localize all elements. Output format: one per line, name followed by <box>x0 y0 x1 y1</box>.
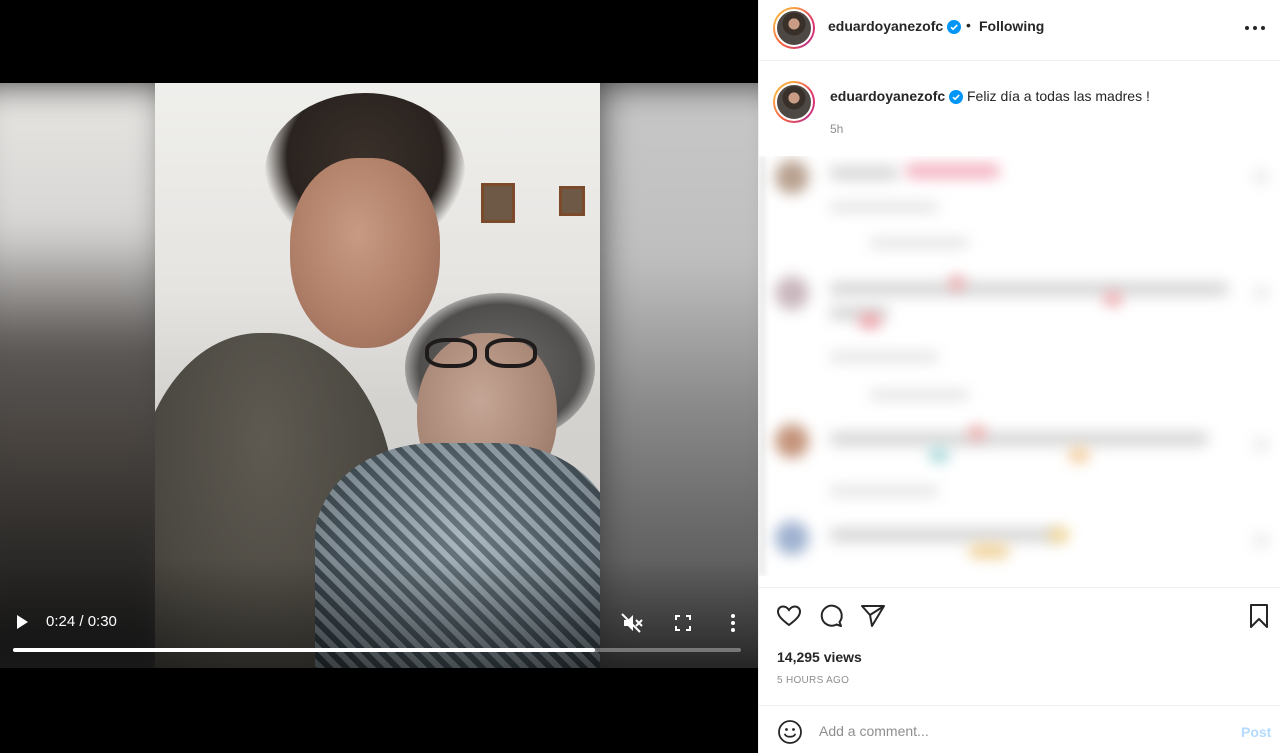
blurred-comment-text <box>859 314 881 328</box>
comment-bubble-icon <box>820 604 843 627</box>
post-panel: eduardoyanezofc • Following eduardoyanez… <box>758 0 1280 753</box>
glasses <box>425 338 545 374</box>
caption-username[interactable]: eduardoyanezofc <box>830 88 945 104</box>
video-time-display: 0:24 / 0:30 <box>46 613 117 630</box>
bookmark-icon <box>1250 604 1268 628</box>
heart-icon <box>776 605 802 627</box>
views-count[interactable]: 14,295 views <box>777 649 862 665</box>
blurred-comment-text <box>1104 292 1122 306</box>
blurred-comment-text <box>829 166 899 180</box>
options-button[interactable] <box>1245 24 1267 32</box>
avatar-image <box>775 9 813 47</box>
more-vertical-icon <box>731 614 735 632</box>
video-more-button[interactable] <box>724 612 742 634</box>
comment-button[interactable] <box>817 602 845 630</box>
blurred-comment-text <box>829 528 1059 542</box>
caption-timestamp[interactable]: 5h <box>830 122 843 136</box>
save-button[interactable] <box>1245 602 1273 630</box>
separator-dot: • <box>966 17 971 33</box>
play-icon <box>17 615 28 629</box>
blurred-comment-meta <box>829 486 939 496</box>
man-face <box>290 158 440 348</box>
following-button[interactable]: Following <box>979 18 1044 34</box>
paper-plane-icon <box>861 605 885 627</box>
blurred-comment-text <box>969 544 1009 558</box>
video-frame[interactable] <box>0 83 758 668</box>
blurred-comment-like <box>1254 170 1268 184</box>
add-comment-bar: Post <box>759 705 1280 753</box>
blurred-comment-text <box>929 448 949 462</box>
play-button[interactable] <box>12 612 36 632</box>
blurred-comment-text <box>1069 448 1089 462</box>
blurred-comment-text <box>1049 528 1069 542</box>
blurred-comment-text <box>829 282 1229 296</box>
post-comment-button[interactable]: Post <box>1241 724 1271 740</box>
blurred-comment-avatar <box>775 160 809 194</box>
post-timestamp: 5 HOURS AGO <box>777 675 850 686</box>
blurred-comment-like <box>1254 534 1268 548</box>
emoji-icon <box>778 720 802 744</box>
video-player[interactable]: 0:24 / 0:30 <box>0 0 758 753</box>
emoji-button[interactable] <box>777 719 803 745</box>
verified-badge-icon <box>947 20 961 34</box>
blurred-comment-meta <box>869 238 969 248</box>
caption-text: Feliz día a todas las madres ! <box>967 88 1150 104</box>
blurred-comment-meta <box>869 390 969 400</box>
blurred-comment-like <box>1254 286 1268 300</box>
verified-badge-icon <box>949 90 963 104</box>
comments-list-blurred[interactable] <box>759 156 1280 576</box>
blurred-comment-avatar <box>775 276 809 310</box>
muted-speaker-icon <box>621 613 643 633</box>
fullscreen-icon <box>675 615 691 631</box>
avatar-image <box>775 83 813 121</box>
video-controls: 0:24 / 0:30 <box>0 598 758 668</box>
header-username[interactable]: eduardoyanezofc <box>828 18 943 34</box>
mute-button[interactable] <box>620 612 644 634</box>
wall-picture <box>481 183 515 223</box>
comments-edge <box>759 156 765 576</box>
post-actions: 14,295 views 5 HOURS AGO Post <box>759 587 1280 753</box>
blurred-comment-like <box>1254 438 1268 452</box>
blurred-comment-text <box>905 164 1000 178</box>
blurred-comment-meta <box>829 202 939 212</box>
blurred-comment-text <box>829 432 1209 446</box>
blurred-comment-meta <box>829 352 939 362</box>
fullscreen-button[interactable] <box>672 612 694 634</box>
like-button[interactable] <box>775 602 803 630</box>
blurred-comment-text <box>969 426 985 440</box>
blurred-comment-avatar <box>775 424 809 458</box>
post-header: eduardoyanezofc • Following <box>759 0 1280 61</box>
comment-input[interactable] <box>819 719 1219 743</box>
avatar[interactable] <box>773 7 815 49</box>
blurred-comment-text <box>949 276 965 290</box>
caption-avatar[interactable] <box>773 81 815 123</box>
share-button[interactable] <box>859 602 887 630</box>
video-progress-bar[interactable] <box>13 648 741 652</box>
blurred-comment-avatar <box>775 521 809 555</box>
wall-picture <box>559 186 585 216</box>
video-progress-fill <box>13 648 596 652</box>
